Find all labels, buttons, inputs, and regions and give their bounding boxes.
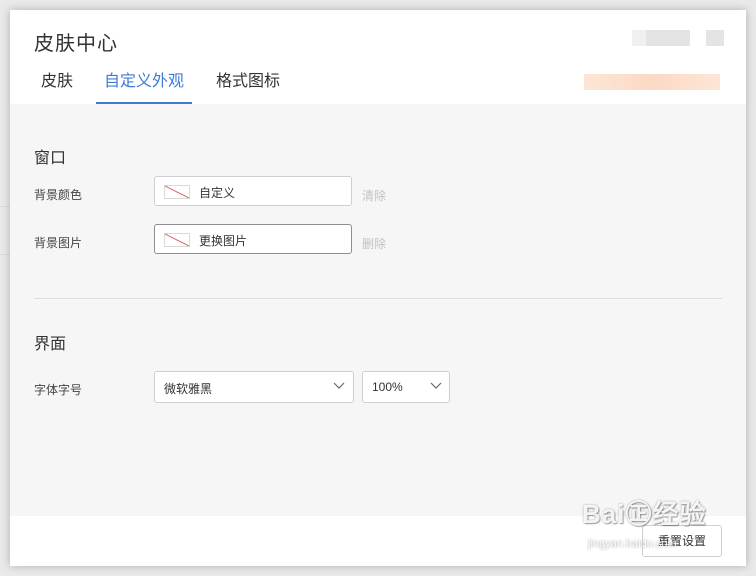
section-title-interface: 界面: [34, 336, 67, 353]
chevron-down-icon: [430, 382, 442, 389]
font-size-value: 100%: [372, 380, 403, 394]
blurred-control: [632, 30, 646, 46]
close-icon[interactable]: [706, 30, 724, 46]
tab-format-icons[interactable]: 格式图标: [214, 70, 282, 102]
dialog-title: 皮肤中心: [34, 33, 118, 55]
no-image-swatch-icon: [164, 233, 190, 247]
blurred-control[interactable]: [646, 30, 690, 46]
background-image-picker[interactable]: 更换图片: [154, 224, 352, 254]
no-color-swatch-icon: [164, 185, 190, 199]
font-family-value: 微软雅黑: [164, 382, 213, 396]
background-color-value: 自定义: [199, 186, 236, 200]
section-divider: [34, 298, 722, 299]
font-family-select[interactable]: 微软雅黑: [154, 371, 354, 403]
font-size-label: 字体字号: [34, 383, 83, 397]
background-image-value: 更换图片: [199, 234, 248, 248]
blurred-banner: [584, 74, 720, 90]
dialog-footer: 重置设置: [10, 516, 746, 566]
reset-settings-button[interactable]: 重置设置: [642, 525, 722, 557]
delete-image-link[interactable]: 删除: [362, 235, 386, 252]
settings-panel: 窗口 背景颜色 自定义 清除 背景图片 更换图片 删除 界面 字体字号 微软雅黑…: [10, 104, 746, 516]
tab-skin[interactable]: 皮肤: [40, 70, 74, 102]
chevron-down-icon: [333, 382, 345, 389]
background-color-label: 背景颜色: [34, 188, 83, 202]
background-color-picker[interactable]: 自定义: [154, 176, 352, 206]
section-title-window: 窗口: [34, 150, 67, 167]
background-image-label: 背景图片: [34, 236, 83, 250]
tab-custom-appearance[interactable]: 自定义外观: [96, 70, 192, 104]
clear-color-link[interactable]: 清除: [362, 187, 386, 204]
font-size-select[interactable]: 100%: [362, 371, 450, 403]
skin-center-dialog: 皮肤中心 皮肤 自定义外观 格式图标 窗口 背景颜色 自定义 清除 背景图片 更…: [10, 10, 746, 566]
